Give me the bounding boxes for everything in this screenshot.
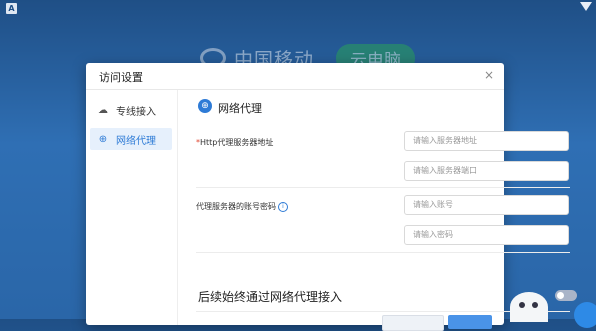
- password-input[interactable]: 请输入密码: [404, 225, 569, 245]
- info-icon[interactable]: i: [278, 201, 288, 212]
- app-corner-icon: A: [6, 3, 17, 14]
- globe-icon: ⊕: [98, 133, 108, 145]
- wifi-icon: [580, 2, 592, 11]
- close-icon[interactable]: ×: [484, 68, 494, 82]
- always-proxy-toggle[interactable]: [555, 290, 577, 301]
- proxy-settings-panel: ⊕ 网络代理 *Http代理服务器地址 请输入服务器地址 请输入服务器端口 代理…: [178, 90, 577, 325]
- cloud-link-icon: ☁: [98, 104, 108, 116]
- mascot-icon[interactable]: [510, 292, 548, 322]
- settings-sidebar: ☁ 专线接入 ⊕ 网络代理: [86, 90, 178, 325]
- sidebar-item-label: 网络代理: [116, 135, 156, 147]
- divider: [196, 187, 570, 188]
- access-settings-dialog: 访问设置 × ☁ 专线接入 ⊕ 网络代理 ⊕ 网络代理 *Http代理服务器地址…: [86, 63, 577, 331]
- sidebar-item-dedicated-line[interactable]: ☁ 专线接入: [90, 99, 172, 121]
- proxy-address-label: *Http代理服务器地址: [196, 138, 274, 147]
- sidebar-item-label: 专线接入: [116, 106, 156, 118]
- section-title: 网络代理: [218, 102, 262, 115]
- mascot-eye: [532, 302, 538, 308]
- dialog-header: 访问设置 ×: [86, 63, 504, 90]
- divider: [196, 252, 570, 253]
- secondary-button[interactable]: [382, 315, 444, 331]
- primary-button[interactable]: [448, 315, 492, 329]
- server-address-input[interactable]: 请输入服务器地址: [404, 131, 569, 151]
- dialog-title: 访问设置: [99, 71, 143, 84]
- globe-icon: ⊕: [198, 99, 212, 113]
- toggle-knob: [557, 292, 564, 299]
- assistant-fab-icon[interactable]: [574, 302, 596, 328]
- sidebar-item-network-proxy[interactable]: ⊕ 网络代理: [90, 128, 172, 150]
- mascot-eye: [519, 302, 525, 308]
- account-input[interactable]: 请输入账号: [404, 195, 569, 215]
- always-proxy-label: 后续始终通过网络代理接入: [198, 290, 343, 304]
- server-port-input[interactable]: 请输入服务器端口: [404, 161, 569, 181]
- account-password-label: 代理服务器的账号密码 i: [196, 201, 288, 212]
